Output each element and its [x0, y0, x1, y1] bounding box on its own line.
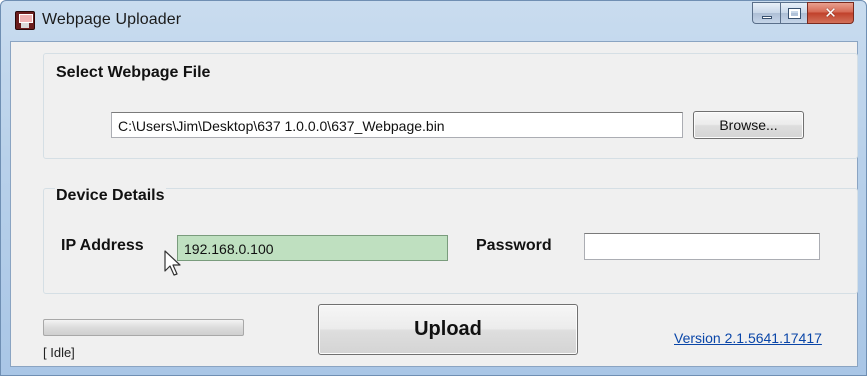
- maximize-icon: [787, 7, 801, 19]
- mouse-pointer-icon: [164, 250, 181, 276]
- maximize-button[interactable]: [780, 2, 807, 24]
- ip-address-label: IP Address: [61, 237, 144, 254]
- device-details-group-title: Device Details: [55, 187, 166, 205]
- browse-button[interactable]: Browse...: [693, 111, 804, 139]
- client-area: Select Webpage File C:\Users\Jim\Desktop…: [10, 41, 858, 367]
- minimize-icon: [761, 15, 772, 19]
- app-window: Webpage Uploader ✕ Select Webpage File C…: [0, 0, 867, 376]
- minimize-button[interactable]: [752, 2, 780, 24]
- close-icon: ✕: [824, 3, 837, 22]
- status-text: [ Idle]: [43, 345, 75, 360]
- password-label: Password: [476, 237, 552, 254]
- password-input[interactable]: [584, 233, 820, 260]
- upload-progress-bar: [43, 319, 244, 336]
- upload-button[interactable]: Upload: [318, 304, 578, 355]
- caption-buttons: ✕: [752, 2, 854, 24]
- ip-address-input[interactable]: 192.168.0.100: [177, 235, 448, 261]
- version-link[interactable]: Version 2.1.5641.17417: [674, 330, 822, 346]
- app-floppy-icon: [15, 11, 35, 30]
- title-bar[interactable]: Webpage Uploader ✕: [1, 1, 866, 41]
- file-path-input[interactable]: C:\Users\Jim\Desktop\637 1.0.0.0\637_Web…: [111, 112, 683, 138]
- window-title: Webpage Uploader: [42, 11, 182, 28]
- select-file-group-title: Select Webpage File: [55, 64, 212, 82]
- close-button[interactable]: ✕: [807, 2, 854, 24]
